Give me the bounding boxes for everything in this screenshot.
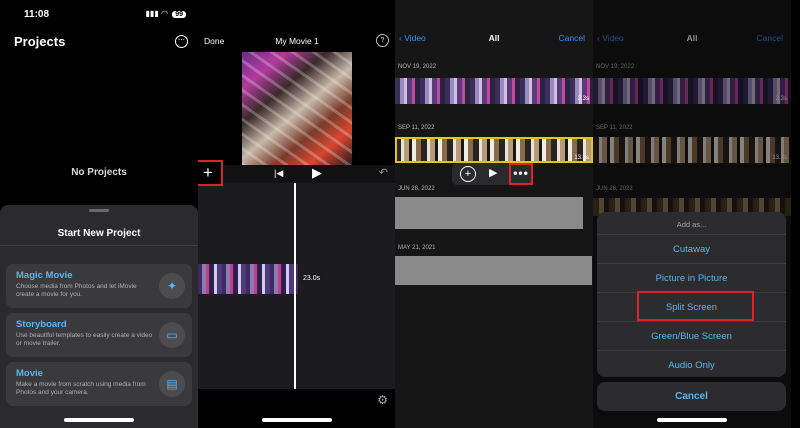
option-green-blue-screen[interactable]: Green/Blue Screen [597,321,786,351]
projects-screen: 11:08 ▮▮▮ ◠ 99 Projects ⋯ No Projects St… [0,0,198,428]
add-as-screen: ‹ Video All Cancel NOV 19, 2022 2.3s SEP… [593,0,791,428]
page-title: Projects [14,34,66,49]
help-icon[interactable]: ? [376,34,389,47]
redacted-thumbnail [395,256,592,285]
home-indicator [657,418,727,422]
storyboard-icon: ▭ [159,322,185,348]
home-indicator [262,418,332,422]
settings-icon[interactable]: ⚙ [377,393,388,407]
new-project-sheet: Start New Project Magic Movie Choose med… [0,205,198,428]
divider [0,245,198,246]
play-icon[interactable]: ▶ [489,166,497,179]
add-icon[interactable]: + [460,166,476,182]
add-media-button[interactable]: + [198,160,223,186]
ellipsis-circle-icon[interactable]: ⋯ [175,35,188,48]
signal-icon: ▮▮▮ [145,9,159,18]
section-date: NOV 19, 2022 [398,64,437,70]
card-title: Movie [16,368,43,379]
section-date: MAY 21, 2021 [398,245,436,251]
cancel-button[interactable]: Cancel [597,382,786,411]
card-description: Make a movie from scratch using media fr… [16,381,146,396]
timeline-clip[interactable] [198,264,298,294]
option-picture-in-picture[interactable]: Picture in Picture [597,263,786,293]
clip-action-bar: + ▶ ••• [452,163,533,185]
sheet-grabber[interactable] [89,209,109,212]
clip-duration: 2.3s [577,96,589,102]
project-title: My Movie 1 [275,36,319,46]
card-title: Magic Movie [16,270,73,281]
sheet-title: Add as... [676,220,707,229]
magic-wand-icon: ✦ [159,273,185,299]
wifi-icon: ◠ [160,9,168,18]
play-icon[interactable]: ▶ [312,165,322,181]
playhead[interactable] [294,183,296,389]
card-description: Use beautiful templates to easily create… [16,332,153,347]
redacted-thumbnail [395,197,583,229]
section-date: SEP 11, 2022 [398,125,435,131]
section-date: JUN 28, 2022 [398,186,435,192]
clip-duration: 13.3s [574,155,589,161]
bottom-toolbar [198,389,396,428]
cancel-link[interactable]: Cancel [559,33,585,43]
add-as-sheet: Add as... Cutaway Picture in Picture Spl… [597,212,786,377]
magic-movie-card[interactable]: Magic Movie Choose media from Photos and… [6,264,192,308]
sheet-title: Start New Project [57,228,141,239]
option-cutaway[interactable]: Cutaway [597,234,786,264]
video-thumbnail-row[interactable] [395,78,593,104]
undo-icon[interactable]: ↶ [379,166,388,179]
home-indicator [64,418,134,422]
film-icon: ▤ [159,371,185,397]
selected-clip-border[interactable] [395,137,593,163]
video-preview-overlay [242,52,352,165]
clip-duration: 23.0s [301,274,323,283]
status-time: 11:08 [24,9,50,20]
movie-editor-screen: Done My Movie 1 ? + |◀ ▶ ↶ 23.0s ⚙ [198,0,396,428]
more-options-button[interactable]: ••• [509,163,533,185]
movie-card[interactable]: Movie Make a movie from scratch using me… [6,362,192,406]
status-icons: ▮▮▮ ◠ 99 [146,9,186,18]
split-screen-highlight [637,291,754,321]
card-description: Choose media from Photos and let iMovie … [16,283,137,298]
playback-controls [198,165,396,183]
battery-icon: 99 [172,11,186,18]
storyboard-card[interactable]: Storyboard Use beautiful templates to ea… [6,313,192,357]
empty-state-text: No Projects [71,167,127,178]
option-audio-only[interactable]: Audio Only [597,350,786,380]
skip-to-start-icon[interactable]: |◀ [274,168,283,179]
card-title: Storyboard [16,319,67,330]
media-browser-screen: ‹ Video All Cancel NOV 19, 2022 2.3s SEP… [395,0,593,428]
